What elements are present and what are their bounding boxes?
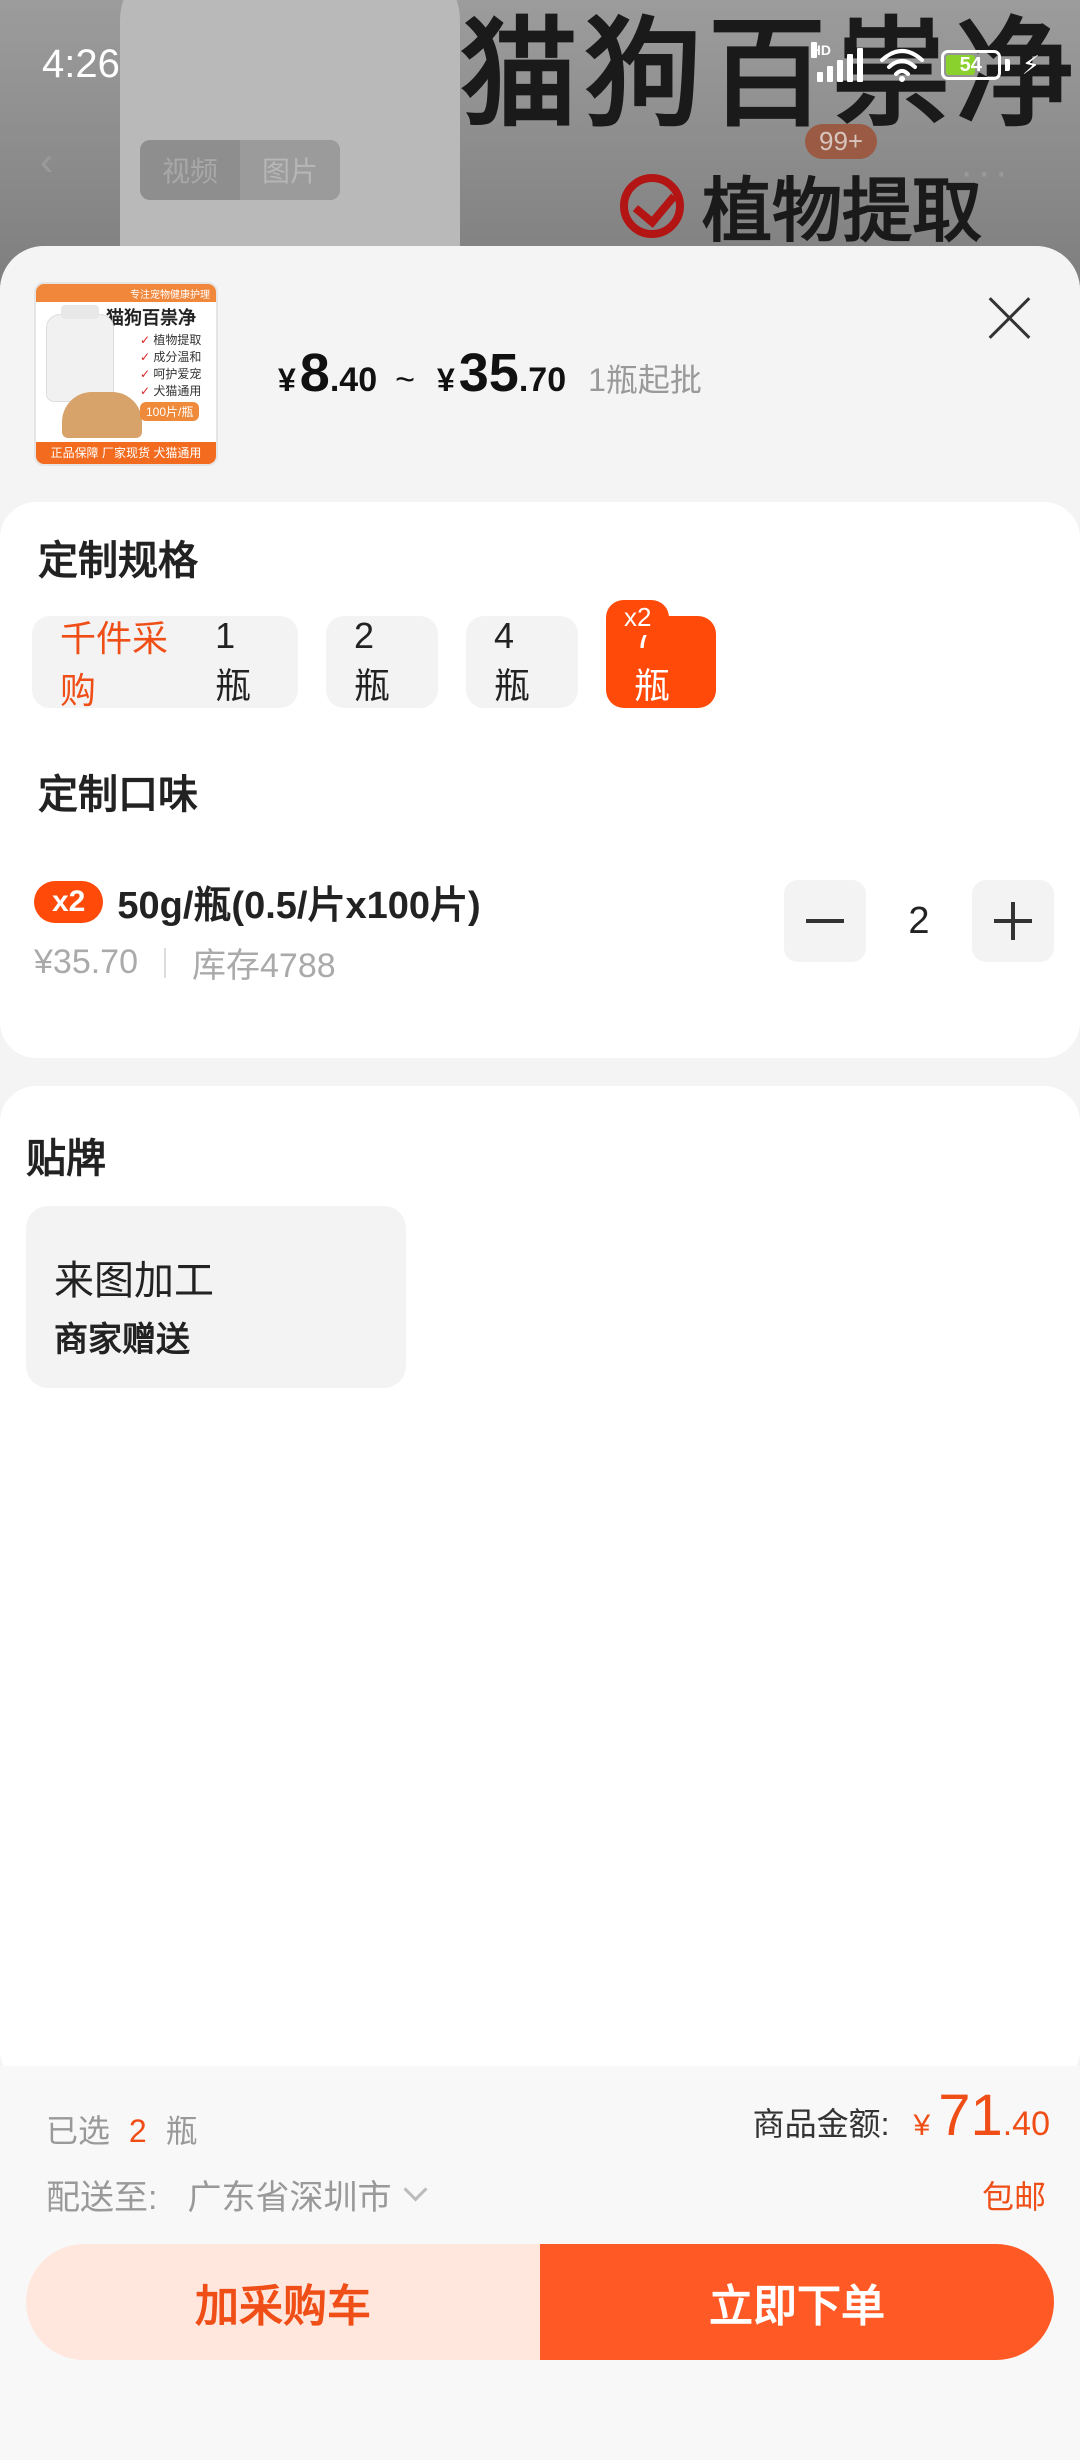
total-amount: 商品金额: ¥ 71 .40 [753,2082,1050,2149]
price-separator: ~ [395,361,415,399]
label-card: 贴牌 来图加工 商家赠送 [0,1086,1080,2086]
currency-symbol: ¥ [278,362,296,398]
more-icon: ··· [960,150,1012,194]
label-option-title: 来图加工 [54,1259,214,1303]
check-circle-icon [620,173,684,238]
spec-option-7[interactable]: x2 7瓶 [606,600,716,708]
plus-icon-vertical [1011,902,1015,940]
thumbnail-feature: 植物提取 [140,332,201,349]
buy-now-button[interactable]: 立即下单 [540,2244,1054,2360]
min-price-int: 8 [299,343,330,403]
back-arrow-icon: ‹ [40,140,54,184]
spec-option-4[interactable]: 4瓶 [466,615,578,708]
flavor-price: ¥35.70 [34,943,138,981]
battery-level: 54 [959,53,982,76]
flavor-quantity-badge: x2 [34,880,104,923]
thumbnail-footer: 正品保障 厂家现货 犬猫通用 [36,442,216,464]
currency-symbol: ¥ [436,362,455,398]
max-price-int: 35 [458,343,519,403]
divider [164,947,166,978]
label-option[interactable]: 来图加工 商家赠送 [26,1206,406,1388]
thumbnail-features: 植物提取 成分温和 呵护爱宠 犬猫通用 [140,332,201,400]
decrease-button[interactable] [784,880,866,962]
spec-option-label: 1瓶 [215,615,252,706]
battery-icon: 54 [940,50,1001,80]
spec-option-1[interactable]: 千件采购 1瓶 [32,615,298,711]
flavor-meta: ¥35.70 库存4788 [34,938,336,987]
close-icon[interactable] [984,292,1036,344]
flavor-stock: 库存4788 [192,947,336,985]
wifi-icon [879,49,924,82]
options-card: 定制规格 千件采购 1瓶 2瓶 4瓶 x2 7瓶 定制口味 x2 50g/瓶(0… [0,502,1080,1058]
battery-tip [1004,59,1010,71]
amount-currency: ¥ [913,2109,931,2142]
minimum-order: 1瓶起批 [588,362,702,398]
signal-icon: HD [810,42,863,82]
network-type: HD [810,42,831,58]
flavor-name: 50g/瓶(0.5/片x100片) [117,885,481,927]
selected-summary: 已选 2 瓶 [46,2106,198,2152]
product-thumbnail[interactable]: 专注宠物健康护理 猫狗百祟净 植物提取 成分温和 呵护爱宠 犬猫通用 100片/… [34,282,218,466]
min-price-dec: .40 [329,361,378,399]
thumbnail-feature: 呵护爱宠 [140,366,201,383]
background-feature: 植物提取 [620,155,982,256]
free-shipping-tag: 包邮 [981,2179,1046,2215]
increase-button[interactable] [972,880,1054,962]
thumbnail-top-bar: 专注宠物健康护理 [36,284,216,302]
thumbnail-title: 猫狗百祟净 [106,308,196,328]
label-option-subtitle: 商家赠送 [54,1321,190,1359]
checkout-bar: 已选 2 瓶 商品金额: ¥ 71 .40 配送至: 广东省深圳市 包邮 加采购… [0,2066,1080,2460]
selected-count: 2 [128,2113,147,2149]
thumbnail-feature: 成分温和 [140,349,201,366]
flavor-section-title: 定制口味 [38,773,198,817]
thumbnail-tagline: 专注宠物健康护理 [130,290,210,301]
amount-int: 71 [938,2083,1003,2148]
shipping-address[interactable]: 配送至: 广东省深圳市 [46,2170,428,2219]
quantity-value[interactable]: 2 [866,900,972,943]
background-feature-text: 植物提取 [702,170,982,252]
charging-icon: ⚡ [1021,49,1040,80]
quantity-stepper: 2 [784,880,1054,962]
spec-options: 千件采购 1瓶 2瓶 4瓶 x2 7瓶 [32,600,716,711]
selected-unit: 瓶 [165,2113,198,2149]
chevron-down-icon [403,2177,428,2202]
ship-address: 广东省深圳市 [187,2179,392,2217]
add-to-cart-button[interactable]: 加采购车 [26,2244,540,2360]
price-range: ¥ 8 .40 ~ ¥ 35 .70 1瓶起批 [278,342,702,404]
media-tabs: 视频 图片 [140,140,341,200]
status-bar: 4:26 HD 54 ⚡ [0,0,1080,130]
thumbnail-feature: 犬猫通用 [140,383,201,400]
flavor-item: x2 50g/瓶(0.5/片x100片) ¥35.70 库存4788 2 [34,874,1054,994]
selected-prefix: 已选 [46,2113,111,2149]
label-section-title: 贴牌 [26,1137,106,1181]
spec-quantity-badge: x2 [606,600,670,635]
spec-option-label: 2瓶 [354,615,391,706]
spec-option-2[interactable]: 2瓶 [326,615,438,708]
thumbnail-bottle [46,305,114,402]
flavor-name-row: x2 50g/瓶(0.5/片x100片) [34,874,481,929]
tab-video: 视频 [162,156,219,187]
amount-dec: .40 [1002,2105,1050,2143]
spec-section-title: 定制规格 [38,539,198,583]
action-buttons: 加采购车 立即下单 [26,2244,1054,2360]
thumbnail-spec: 100片/瓶 [140,402,200,421]
status-time: 4:26 [42,42,120,86]
spec-option-label: 4瓶 [494,615,531,706]
bulk-purchase-tag: 千件采购 [60,618,169,711]
minus-icon [806,919,844,923]
amount-label: 商品金额: [752,2106,890,2142]
thumbnail-pets-image [62,392,142,438]
status-icons: HD 54 ⚡ [810,42,1040,82]
sheet-header: 专注宠物健康护理 猫狗百祟净 植物提取 成分温和 呵护爱宠 犬猫通用 100片/… [0,246,1080,500]
max-price-dec: .70 [518,361,567,399]
tab-image: 图片 [240,140,341,200]
ship-label: 配送至: [46,2179,158,2217]
